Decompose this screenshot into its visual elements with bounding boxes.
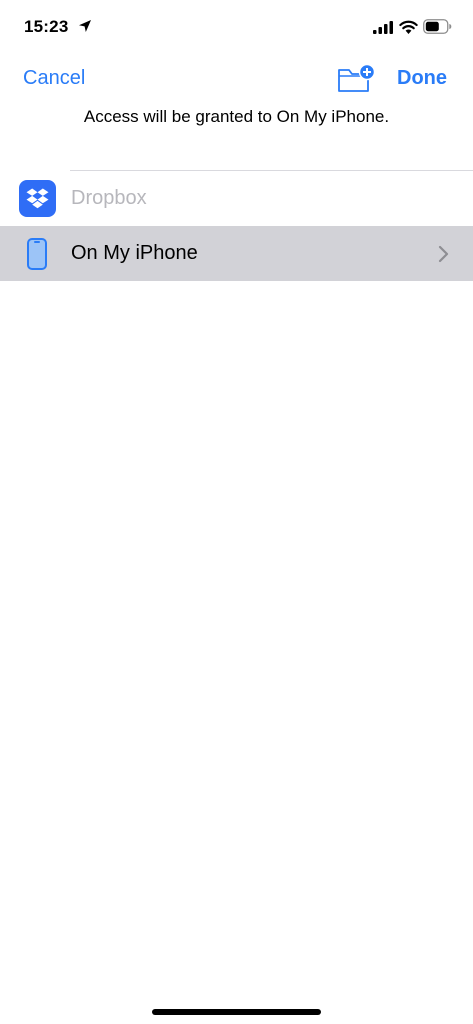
wifi-icon	[399, 20, 418, 34]
cellular-signal-icon	[373, 21, 393, 34]
home-indicator[interactable]	[152, 1009, 321, 1015]
status-bar: 15:23	[0, 0, 473, 56]
chevron-right-icon	[438, 245, 449, 263]
dropbox-icon	[19, 180, 56, 217]
location-label-dropbox: Dropbox	[71, 187, 147, 209]
cancel-button[interactable]: Cancel	[23, 67, 85, 90]
access-prompt: Access will be granted to On My iPhone.	[83, 107, 390, 126]
location-arrow-icon	[79, 20, 91, 32]
battery-icon	[423, 19, 452, 34]
iphone-icon	[27, 238, 47, 270]
done-button[interactable]: Done	[397, 67, 447, 90]
location-row-dropbox: Dropbox	[0, 171, 473, 226]
location-row-on-my-iphone[interactable]: On My iPhone	[0, 226, 473, 281]
folder-plus-icon[interactable]	[337, 64, 375, 94]
location-label-on-my-iphone: On My iPhone	[71, 242, 198, 264]
status-time: 15:23	[24, 17, 69, 36]
